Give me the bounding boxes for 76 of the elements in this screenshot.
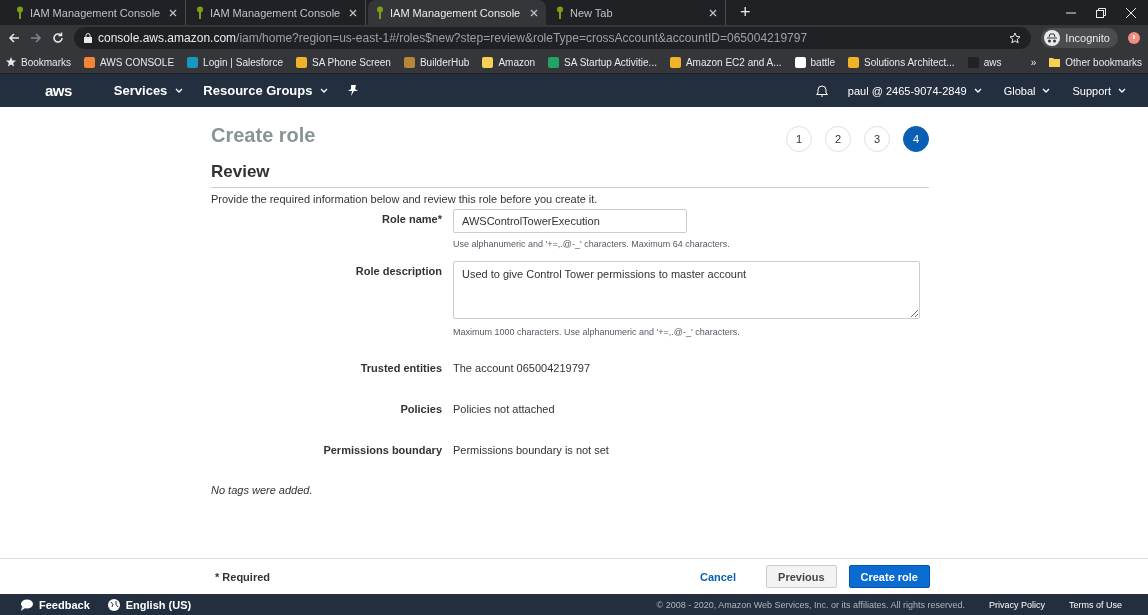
cancel-link[interactable]: Cancel [693, 569, 743, 584]
support-menu[interactable]: Support [1072, 84, 1126, 97]
field-label: Role description [354, 264, 442, 279]
detail-value: Policies not attached [453, 403, 556, 415]
aws-logo[interactable]: aws [45, 82, 72, 99]
forward-arrow-icon[interactable] [30, 32, 42, 44]
alert-icon[interactable] [1128, 32, 1140, 44]
feedback-button[interactable]: Feedback [20, 598, 90, 611]
caret-icon [320, 87, 329, 94]
restore-icon[interactable] [1096, 7, 1106, 18]
address-bar[interactable]: console.aws.amazon.com/iam/home?region=us-east-1#/roles$new?step=review&roleType=crossAccount&accountID=065004219797 [74, 27, 1032, 49]
caret-icon [973, 87, 982, 94]
detail-value: Permissions boundary is not set [453, 444, 610, 456]
caret-icon [175, 87, 184, 94]
close-icon[interactable] [349, 8, 357, 17]
folder-icon [1049, 57, 1061, 67]
bookmark[interactable]: Login | Salesforce [187, 56, 283, 68]
copyright-text: © 2008 - 2020, Amazon Web Services, Inc. or its affiliates. All rights reserved. [656, 599, 965, 610]
close-icon[interactable] [169, 8, 177, 17]
detail-label: Permissions boundary [322, 444, 442, 456]
language-button[interactable]: English (US) [107, 598, 192, 611]
services-menu[interactable]: Services [113, 83, 184, 98]
role-name-field[interactable]: AWSControlTowerExecution [453, 209, 687, 233]
bookmark[interactable]: Amazon EC2 and A... [669, 56, 782, 68]
account-menu[interactable]: paul @ 2465-9074-2849 [847, 84, 982, 97]
new-tab-button[interactable]: + [734, 2, 757, 23]
hint-text: Use alphanumeric and '+=,.@-_' characters. Maximum 64 characters. [453, 239, 731, 249]
field-label: Role name* [381, 212, 442, 227]
url-text: console.aws.amazon.com/iam/home?region=us-east-1#/roles$new?step=review&roleType=crossAccount&accountID=065004219797 [98, 31, 808, 45]
close-icon[interactable] [530, 8, 538, 17]
bookmark[interactable]: battle [794, 56, 836, 68]
tags-note: No tags were added. [211, 484, 314, 496]
privacy-link[interactable]: Privacy Policy [982, 599, 1051, 610]
description-field[interactable]: Used to give Control Tower permissions to master account [453, 261, 920, 319]
step-indicator[interactable]: 3 [864, 126, 890, 152]
star-icon[interactable] [1009, 32, 1022, 44]
bookmark[interactable]: SA Phone Screen [296, 56, 391, 68]
hint-text: Maximum 1000 characters. Use alphanumeric and '+=,.@-_' characters. [453, 327, 741, 337]
speech-bubble-icon [20, 598, 33, 611]
detail-value: The account 065004219797 [453, 362, 591, 374]
detail-label: Trusted entities [359, 362, 442, 374]
bell-icon[interactable] [815, 84, 828, 97]
terms-link[interactable]: Terms of Use [1063, 599, 1128, 610]
caret-icon [1042, 87, 1051, 94]
close-icon[interactable] [709, 8, 717, 17]
page-title: Create role [211, 124, 316, 147]
back-arrow-icon[interactable] [8, 32, 20, 44]
bookmark[interactable]: aws [967, 56, 1002, 68]
intro-text: Provide the required information below and review this role before you create it. [211, 193, 599, 205]
reload-icon[interactable] [52, 32, 64, 44]
incognito-icon [1044, 30, 1061, 46]
star-icon [6, 57, 16, 67]
region-menu[interactable]: Global [1003, 84, 1051, 97]
detail-label: Policies [399, 403, 442, 415]
section-title: Review [211, 162, 929, 188]
step-indicator[interactable]: 1 [786, 126, 812, 152]
pin-icon[interactable] [348, 85, 359, 96]
lock-icon [84, 33, 92, 43]
bookmark[interactable]: Amazon [482, 56, 536, 68]
bookmark[interactable]: AWS CONSOLE [84, 56, 175, 68]
required-note: * Required [215, 570, 270, 583]
bookmarks-button[interactable]: Bookmarks [6, 56, 71, 68]
resource-groups-menu[interactable]: Resource Groups [203, 83, 329, 98]
browser-tab[interactable]: IAM Management Console [368, 0, 546, 25]
step-indicator[interactable]: 4 [903, 126, 929, 152]
bookmark[interactable]: SA Startup Activitie... [548, 56, 657, 68]
previous-button[interactable]: Previous [766, 565, 837, 588]
caret-icon [1118, 87, 1126, 94]
create-role-button[interactable]: Create role [848, 565, 930, 588]
bookmark[interactable]: BuilderHub [403, 56, 470, 68]
step-indicator[interactable]: 2 [825, 126, 851, 152]
globe-icon [107, 598, 120, 611]
bookmark[interactable]: Solutions Architect... [848, 56, 955, 68]
bookmark-folder[interactable]: Other bookmarks [1049, 56, 1142, 68]
profile-button[interactable]: Incognito [1041, 28, 1118, 48]
overflow-button[interactable]: » [1030, 56, 1037, 68]
